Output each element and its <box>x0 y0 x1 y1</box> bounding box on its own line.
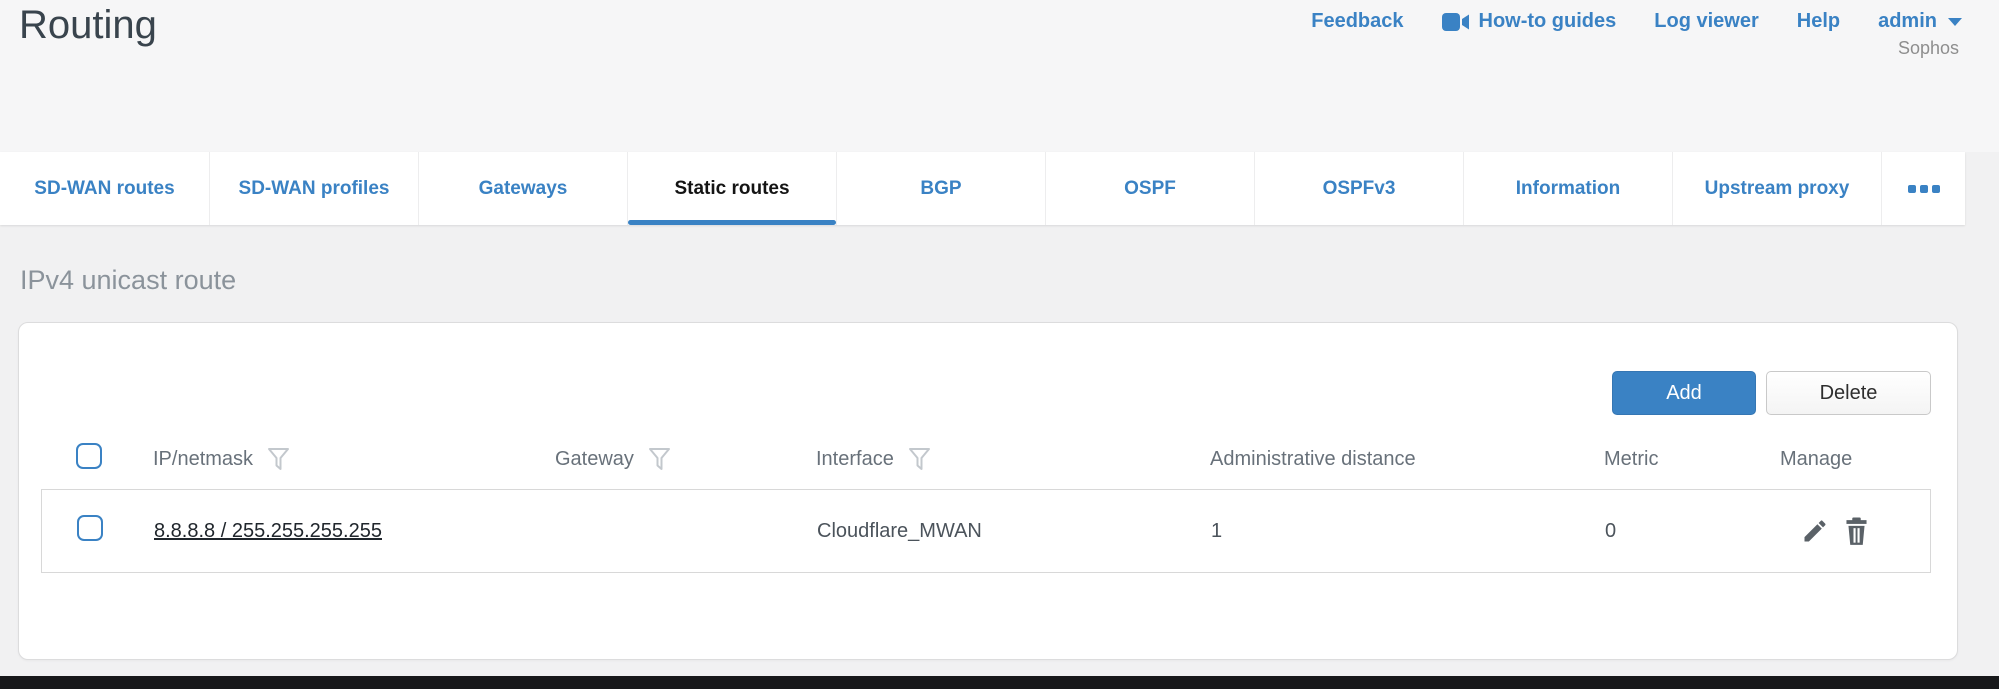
route-ip-netmask-link[interactable]: 8.8.8.8 / 255.255.255.255 <box>154 520 382 542</box>
brand-label: Sophos <box>1898 38 1959 59</box>
ellipsis-icon <box>1920 185 1928 193</box>
log-viewer-label: Log viewer <box>1654 10 1758 33</box>
tab-sdwan-routes[interactable]: SD-WAN routes <box>0 152 209 225</box>
column-header-ip-netmask: IP/netmask <box>153 448 253 471</box>
video-camera-icon <box>1442 12 1470 32</box>
column-header-interface: Interface <box>816 448 894 471</box>
filter-icon[interactable] <box>267 447 290 472</box>
ellipsis-icon <box>1932 185 1940 193</box>
log-viewer-link[interactable]: Log viewer <box>1654 10 1758 33</box>
routing-tabbar: SD-WAN routes SD-WAN profiles Gateways S… <box>0 152 1965 225</box>
add-button[interactable]: Add <box>1612 371 1756 415</box>
admin-menu[interactable]: admin <box>1878 10 1962 33</box>
column-header-manage: Manage <box>1780 448 1852 471</box>
feedback-label: Feedback <box>1311 10 1403 33</box>
route-distance-cell: 1 <box>1211 520 1605 543</box>
tab-ospf[interactable]: OSPF <box>1045 152 1254 225</box>
ipv4-unicast-route-panel: Add Delete IP/netmask Gateway Interface <box>18 322 1958 660</box>
bottom-edge-bar <box>0 676 1999 689</box>
route-interface-cell: Cloudflare_MWAN <box>817 520 1211 543</box>
trash-icon <box>1843 517 1870 546</box>
table-row: 8.8.8.8 / 255.255.255.255 Cloudflare_MWA… <box>41 489 1931 573</box>
page-header: Routing Feedback How-to guides Log viewe… <box>0 0 1999 152</box>
admin-label: admin <box>1878 10 1937 33</box>
table-header-row: IP/netmask Gateway Interface <box>41 436 1931 482</box>
route-metric-cell: 0 <box>1605 520 1781 543</box>
help-link[interactable]: Help <box>1797 10 1840 33</box>
pencil-icon <box>1801 517 1829 545</box>
select-all-checkbox[interactable] <box>76 443 102 469</box>
filter-icon[interactable] <box>908 447 931 472</box>
edit-button[interactable] <box>1800 516 1830 546</box>
row-checkbox[interactable] <box>77 515 103 541</box>
delete-button[interactable]: Delete <box>1766 371 1931 415</box>
column-header-gateway: Gateway <box>555 448 634 471</box>
help-label: Help <box>1797 10 1840 33</box>
tab-ospfv3[interactable]: OSPFv3 <box>1254 152 1463 225</box>
howto-guides-link[interactable]: How-to guides <box>1442 10 1617 33</box>
tab-gateways[interactable]: Gateways <box>418 152 627 225</box>
tab-information[interactable]: Information <box>1463 152 1672 225</box>
delete-row-button[interactable] <box>1841 516 1871 546</box>
top-navigation: Feedback How-to guides Log viewer Help a… <box>1311 10 1962 33</box>
filter-icon[interactable] <box>648 447 671 472</box>
feedback-link[interactable]: Feedback <box>1311 10 1403 33</box>
tab-static-routes[interactable]: Static routes <box>627 152 836 225</box>
tab-bgp[interactable]: BGP <box>836 152 1045 225</box>
column-header-administrative-distance: Administrative distance <box>1210 448 1416 471</box>
tab-sdwan-profiles[interactable]: SD-WAN profiles <box>209 152 418 225</box>
tab-upstream-proxy[interactable]: Upstream proxy <box>1672 152 1881 225</box>
column-header-metric: Metric <box>1604 448 1658 471</box>
table-toolbar: Add Delete <box>1612 371 1931 415</box>
chevron-down-icon <box>1948 18 1962 26</box>
more-tabs-button[interactable] <box>1881 152 1965 225</box>
ellipsis-icon <box>1908 185 1916 193</box>
howto-guides-label: How-to guides <box>1479 10 1617 33</box>
section-title: IPv4 unicast route <box>20 265 236 296</box>
page-title: Routing <box>19 3 157 48</box>
